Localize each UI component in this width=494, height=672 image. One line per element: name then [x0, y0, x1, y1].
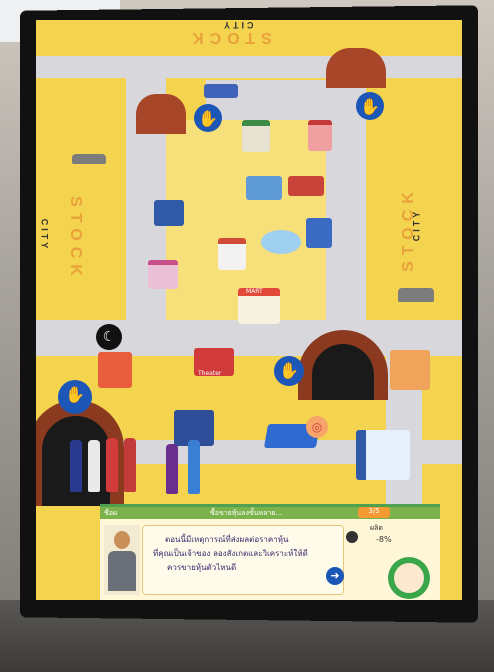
character [188, 440, 200, 494]
shop-building[interactable] [204, 84, 238, 98]
game-screen[interactable]: STOCK CITY STOCK CITY STOCK CITY ✋ ✋ MAR… [36, 20, 462, 600]
player-photo [394, 563, 424, 593]
indicator-dot [346, 531, 358, 543]
city-title-left: STOCK [66, 196, 84, 282]
moon-icon: ☾ [96, 324, 122, 350]
advisor-suit [108, 551, 136, 591]
car-shop-building[interactable] [154, 200, 184, 226]
city-subtitle-right: CITY [411, 208, 422, 242]
panel-header-left: ชื่อผ [104, 509, 118, 517]
road-horizontal-top [36, 56, 462, 78]
character [106, 438, 118, 492]
pond [261, 230, 301, 254]
stat-value: -8% [376, 535, 392, 544]
mart-building[interactable]: MART [238, 288, 280, 324]
city-title-top: STOCK [186, 29, 272, 46]
tech-building[interactable] [246, 176, 282, 200]
panel-header-title: ซื้อขายหุ้นลงขั้นหลาย... [210, 509, 283, 517]
advisor-avatar [104, 525, 140, 595]
event-dialog: ตอนนี้มีเหตุการณ์ที่ส่งผลต่อราคาหุ้น ที่… [142, 525, 344, 595]
road-vertical-right [326, 80, 366, 330]
gas-station-building[interactable] [98, 352, 132, 388]
hand-icon[interactable]: ✋ [194, 104, 222, 132]
character [88, 440, 100, 492]
character [166, 444, 178, 494]
character [398, 288, 434, 302]
arch-building-top-right[interactable] [326, 48, 386, 88]
theater-building[interactable]: Theater [194, 348, 234, 377]
hand-icon[interactable]: ✋ [58, 380, 92, 414]
character [70, 440, 82, 492]
arch-building-top-left[interactable] [136, 94, 186, 134]
advisor-face [114, 531, 130, 549]
stat-label: ผลิต [370, 524, 383, 532]
dialog-line-3: ควรขายหุ้นตัวไหนดี [167, 563, 237, 572]
dialog-line-2: ที่คุณเป็นเจ้าของ ลองสังเกตและวิเคราะห์ใ… [153, 549, 308, 558]
bus-building[interactable] [288, 176, 324, 196]
oil-rig-building[interactable] [306, 218, 332, 248]
shop-building[interactable] [390, 350, 430, 390]
hand-icon[interactable]: ✋ [356, 92, 384, 120]
character [124, 438, 136, 492]
bank-building[interactable] [242, 120, 270, 152]
arch-doorway [312, 344, 374, 400]
theater-sign: Theater [198, 370, 222, 377]
turn-counter: 3/5 [358, 507, 390, 518]
city-subtitle-top: CITY [221, 20, 254, 30]
store-building[interactable] [218, 238, 246, 270]
mart-sign: MART [246, 288, 263, 295]
character [72, 154, 106, 164]
panel-header: ชื่อผ ซื้อขายหุ้นลงขั้นหลาย... 3/5 [100, 507, 440, 519]
city-subtitle-left: CITY [39, 218, 50, 252]
dialog-line-1: ตอนนี้มีเหตุการณ์ที่ส่งผลต่อราคาหุ้น [165, 535, 289, 544]
hand-icon[interactable]: ✋ [274, 356, 304, 386]
arrow-right-icon[interactable]: ➜ [326, 567, 344, 585]
shop-building[interactable] [308, 120, 332, 151]
target-icon: ◎ [306, 416, 328, 438]
game-dialog-panel[interactable]: ชื่อผ ซื้อขายหุ้นลงขั้นหลาย... 3/5 ตอนนี… [100, 504, 440, 600]
auto-building[interactable] [356, 430, 410, 480]
player-avatar[interactable] [388, 557, 430, 599]
shop-building[interactable] [148, 260, 178, 289]
